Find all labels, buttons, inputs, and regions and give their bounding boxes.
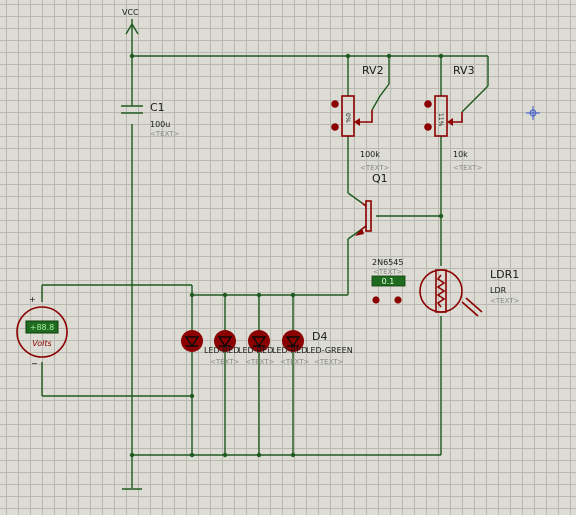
q1-ref: Q1 [372,172,388,185]
q1-text: <TEXT> [373,268,403,276]
voltmeter-units: Volts [32,339,51,348]
led-d1-text: <TEXT> [210,358,240,366]
wires [41,36,489,488]
q1-probe-readout: 0.1 [371,275,406,287]
vcc-label: VCC [122,8,139,17]
transistor-q1[interactable]: Q1 2N6545 <TEXT> 0.1 [355,172,406,304]
rv2-increase-button[interactable] [331,100,339,108]
crosshair-marker-icon [526,106,540,120]
c1-text: <TEXT> [150,130,180,138]
rv3-value: 10k [453,150,468,159]
led-array: LED-RED LED-RED LED-RED LED-GREEN D4 <TE… [181,330,353,366]
rv3-dial: 11% [437,113,444,127]
rv2-value: 100k [360,150,380,159]
c1-ref: C1 [150,101,165,114]
ldr1-value: LDR [490,286,507,295]
q1-probe-value: 0.1 [382,277,395,286]
ldr1-text: <TEXT> [490,297,520,305]
rv2-ref: RV2 [362,64,384,77]
c1-value: 100u [150,120,170,129]
led-d4-text: <TEXT> [314,358,344,366]
rv2-dial: 0% [344,113,351,123]
led-d2-value: LED-RED [238,346,273,355]
voltmeter-minus-label: − [31,359,38,368]
capacitor-c1[interactable]: C1 100u <TEXT> [121,101,180,138]
voltmeter[interactable]: + − +88.8 Volts [16,295,68,368]
rv3-increase-button[interactable] [424,100,432,108]
light-ray-icon [461,301,479,317]
rv3-text: <TEXT> [453,164,483,172]
led-d4-value: LED-GREEN [306,346,353,355]
voltmeter-plus-label: + [29,295,36,304]
rv2-decrease-button[interactable] [331,123,339,131]
rv3-decrease-button[interactable] [424,123,432,131]
q1-toggle-button-2[interactable] [394,296,402,304]
rv2-text: <TEXT> [360,164,390,172]
led-d2-text: <TEXT> [245,358,275,366]
rv3-ref: RV3 [453,64,475,77]
ldr-ldr1[interactable]: LDR1 LDR <TEXT> [419,268,520,317]
circuit-schematic: VCC C1 100u <TEXT> 0% RV2 100k <TEXT> 11… [16,8,540,490]
q1-value: 2N6545 [372,258,403,267]
schematic-canvas[interactable]: VCC C1 100u <TEXT> 0% RV2 100k <TEXT> 11… [0,0,576,515]
led-d4-ref: D4 [312,330,327,343]
led-d3-value: LED-RED [272,346,307,355]
led-d1[interactable] [181,330,203,352]
vcc-terminal[interactable]: VCC [122,8,139,36]
potentiometer-rv3[interactable]: 11% RV3 10k <TEXT> [424,64,483,172]
voltmeter-reading: +88.8 [30,323,55,332]
potentiometer-rv2[interactable]: 0% RV2 100k <TEXT> [331,64,390,172]
led-d1-value: LED-RED [204,346,239,355]
ldr1-ref: LDR1 [490,268,519,281]
led-d3-text: <TEXT> [280,358,310,366]
q1-toggle-button[interactable] [372,296,380,304]
